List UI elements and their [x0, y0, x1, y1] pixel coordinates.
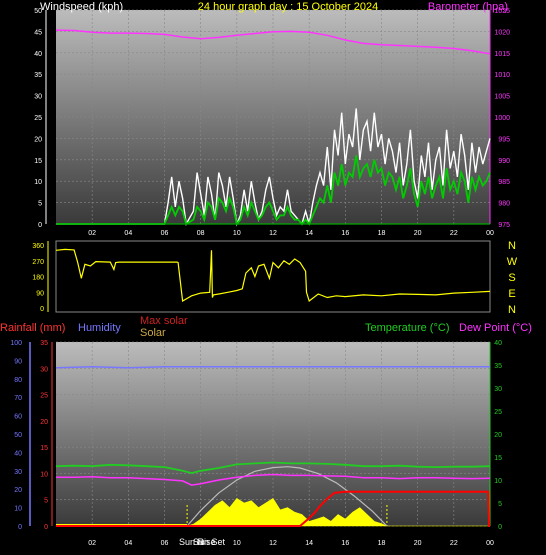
barometer-tick-label: 1000: [494, 115, 510, 122]
humidity-legend: Humidity: [78, 322, 121, 334]
barometer-tick-label: 995: [498, 136, 510, 143]
conditions-x-tick-label: 10: [233, 540, 241, 547]
temperature-tick-label: 20: [494, 432, 502, 439]
rainfall-tick-label: 20: [40, 419, 48, 426]
sunset-label: Sun Set: [193, 537, 226, 547]
conditions-x-tick-label: 02: [88, 540, 96, 547]
humidity-tick-label: 30: [14, 469, 22, 476]
barometer-tick-label: 990: [498, 158, 510, 165]
conditions-x-tick-label: 04: [124, 540, 132, 547]
wind-x-tick-label: 00: [486, 230, 494, 237]
direction-tick-label: 180: [32, 275, 44, 282]
conditions-x-tick-label: 14: [305, 540, 313, 547]
compass-labels: NWSEN: [507, 240, 518, 316]
wind-x-tick-label: 22: [450, 230, 458, 237]
temperature-tick-label: 30: [494, 386, 502, 393]
wind-x-tick-label: 02: [88, 230, 96, 237]
temperature-tick-label: 40: [494, 340, 502, 347]
wind-x-tick-label: 16: [341, 230, 349, 237]
wind-tick-label: 5: [38, 201, 42, 208]
rainfall-tick-label: 15: [40, 445, 48, 452]
conditions-x-tick-label: 06: [161, 540, 169, 547]
barometer-tick-label: 1010: [494, 72, 510, 79]
wind-x-tick-label: 04: [124, 230, 132, 237]
wind-tick-label: 45: [34, 29, 42, 36]
max-solar-legend: Max solar: [140, 315, 188, 327]
compass-label: E: [508, 288, 515, 300]
barometer-tick-label: 1020: [494, 29, 510, 36]
wind-x-tick-label: 06: [161, 230, 169, 237]
humidity-tick-label: 100: [10, 340, 22, 347]
conditions-x-tick-label: 20: [414, 540, 422, 547]
rainfall-tick-label: 25: [40, 393, 48, 400]
humidity-tick-label: 90: [14, 358, 22, 365]
humidity-tick-label: 70: [14, 395, 22, 402]
humidity-tick-label: 20: [14, 487, 22, 494]
wind-axis-label: Windspeed (kph): [40, 1, 123, 13]
wind-x-tick-label: 10: [233, 230, 241, 237]
direction-axes: 0 90 180 270 360: [32, 241, 49, 313]
conditions-x-tick-label: 16: [341, 540, 349, 547]
wind-x-tick-label: 12: [269, 230, 277, 237]
wind-x-tick-label: 18: [378, 230, 386, 237]
conditions-x-tick-label: 00: [486, 540, 494, 547]
temperature-tick-label: 10: [494, 478, 502, 485]
temperature-tick-label: 25: [494, 409, 502, 416]
wind-tick-label: 20: [34, 136, 42, 143]
rainfall-tick-label: 0: [44, 524, 48, 531]
humidity-tick-label: 10: [14, 506, 22, 513]
direction-tick-label: 360: [32, 243, 44, 250]
barometer-tick-label: 1015: [494, 51, 510, 58]
humidity-tick-label: 40: [14, 450, 22, 457]
wind-tick-label: 25: [34, 115, 42, 122]
rainfall-tick-label: 5: [44, 498, 48, 505]
humidity-tick-label: 80: [14, 377, 22, 384]
conditions-x-tick-label: 22: [450, 540, 458, 547]
solar-legend: Solar: [140, 327, 166, 339]
humidity-tick-label: 50: [14, 432, 22, 439]
barometer-tick-label: 980: [498, 201, 510, 208]
rainfall-tick-label: 35: [40, 340, 48, 347]
conditions-x-tick-label: 18: [378, 540, 386, 547]
wind-x-tick-label: 14: [305, 230, 313, 237]
conditions-x-tick-label: 12: [269, 540, 277, 547]
compass-label: N: [508, 240, 516, 252]
barometer-tick-label: 1005: [494, 94, 510, 101]
temperature-tick-label: 35: [494, 363, 502, 370]
rainfall-legend: Rainfall (mm): [0, 322, 65, 334]
direction-tick-label: 0: [40, 306, 44, 313]
direction-tick-label: 270: [32, 259, 44, 266]
direction-plot-area: [55, 240, 491, 313]
wind-tick-label: 35: [34, 72, 42, 79]
compass-label: W: [507, 256, 518, 268]
barometer-tick-label: 985: [498, 179, 510, 186]
dewpoint-legend: Dew Point (°C): [459, 322, 532, 334]
wind-tick-label: 40: [34, 51, 42, 58]
compass-label: S: [508, 272, 515, 284]
wind-tick-label: 15: [34, 158, 42, 165]
wind-tick-label: 10: [34, 179, 42, 186]
wind-tick-label: 30: [34, 94, 42, 101]
barometer-axis-label: Barometer (hpa): [428, 1, 508, 13]
barometer-tick-label: 975: [498, 222, 510, 229]
wind-tick-label: 0: [38, 222, 42, 229]
rainfall-tick-label: 10: [40, 471, 48, 478]
temperature-legend: Temperature (°C): [365, 322, 449, 334]
temperature-tick-label: 15: [494, 455, 502, 462]
weather-graph: 0510152025303540455097598098599099510001…: [0, 1, 532, 547]
rainfall-tick-label: 30: [40, 366, 48, 373]
graph-title: 24 hour graph day : 15 October 2024: [198, 1, 378, 13]
humidity-tick-label: 0: [18, 524, 22, 531]
humidity-tick-label: 60: [14, 414, 22, 421]
direction-tick-label: 90: [36, 290, 44, 297]
temperature-tick-label: 5: [498, 501, 502, 508]
temperature-tick-label: 0: [498, 524, 502, 531]
wind-x-tick-label: 20: [414, 230, 422, 237]
compass-label: N: [508, 304, 516, 316]
wind-x-tick-label: 08: [197, 230, 205, 237]
